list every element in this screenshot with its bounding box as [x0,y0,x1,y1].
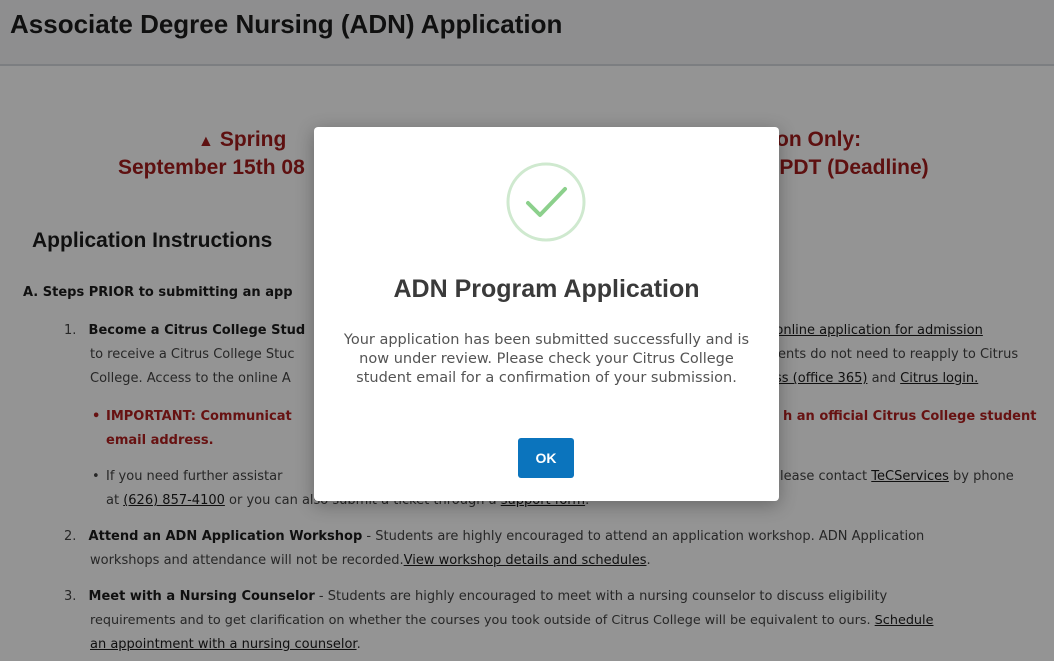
modal-title: ADN Program Application [393,275,700,303]
success-modal: ADN Program Application Your application… [314,127,779,501]
modal-message: Your application has been submitted succ… [343,332,750,386]
ok-button[interactable]: OK [518,438,574,478]
page: Associate Degree Nursing (ADN) Applicati… [0,0,1054,661]
check-circle-icon [506,162,586,242]
